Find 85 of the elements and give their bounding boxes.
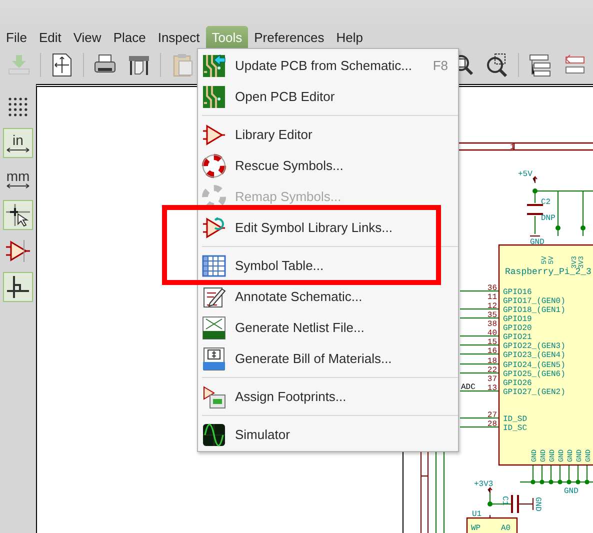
menu-item[interactable]: Library Editor <box>198 119 458 150</box>
power-label: +5V <box>518 170 532 179</box>
cursor-crosshair-icon <box>5 202 31 228</box>
power-label: +3V3 <box>474 480 494 489</box>
menu-item[interactable]: Open PCB Editor <box>198 81 458 112</box>
menu-item[interactable]: Assign Footprints... <box>198 381 458 412</box>
ground-label: GND <box>533 497 542 512</box>
menu-bar-item[interactable]: View <box>67 26 108 48</box>
pin-name: GPIO24_(GEN5) <box>503 361 566 370</box>
menu-item[interactable]: Update PCB from Schematic... F8 <box>198 50 458 81</box>
pin-name: GPIO21 <box>503 333 532 342</box>
pin-number: 15 <box>487 338 497 347</box>
tool-toggle[interactable] <box>3 272 33 302</box>
menu-bar-item[interactable]: Edit <box>32 26 68 48</box>
pin-number: 16 <box>487 347 497 356</box>
page-settings-icon <box>50 53 74 77</box>
pin-number: 38 <box>487 320 497 329</box>
double-arrow-icon <box>6 147 30 153</box>
amplifier-symbol-icon <box>202 122 226 146</box>
pin-number: 37 <box>487 375 497 384</box>
hierarchy-icon <box>528 53 552 77</box>
ic-body <box>466 517 518 533</box>
menu-item[interactable]: Simulator <box>198 419 458 450</box>
zoom-selection-icon <box>485 53 509 77</box>
menu-bar-item[interactable]: Help <box>330 26 369 48</box>
pin-number: 22 <box>487 366 497 375</box>
lifebuoy-icon <box>202 154 226 178</box>
pin-name: ID_SC <box>503 424 528 433</box>
menu-bar-item[interactable]: File <box>0 26 33 48</box>
menu-item[interactable]: Annotate Schematic... <box>198 281 458 312</box>
units-toggle[interactable]: mm <box>3 164 33 194</box>
pin-number: 40 <box>487 329 497 338</box>
netlist-icon <box>202 316 226 340</box>
menu-bar-item[interactable]: Place <box>107 26 152 48</box>
pin-number: 28 <box>487 420 497 429</box>
double-arrow-icon <box>6 183 30 189</box>
menu-item[interactable]: Generate Netlist File... <box>198 312 458 343</box>
menu-bar-item[interactable]: Inspect <box>152 26 206 48</box>
pin-name: GPIO20 <box>503 324 532 333</box>
footprint-assign-icon <box>202 384 226 408</box>
oscilloscope-icon <box>202 422 226 446</box>
amplifier-pin-icon <box>5 238 31 264</box>
pin-number: 36 <box>487 284 497 293</box>
pencil-document-icon <box>202 284 226 308</box>
pin-number: 35 <box>487 311 497 320</box>
pin-name: GPIO22_(GEN3) <box>503 342 566 351</box>
component-name: Raspberry_Pi_2_3 <box>505 267 592 277</box>
pin-number: 27 <box>487 411 497 420</box>
menu-item[interactable]: Generate Bill of Materials... <box>198 343 458 374</box>
tool-toggle[interactable] <box>3 200 33 230</box>
pin-number: 11 <box>487 293 497 302</box>
pin-name: GPIO27_(GEN2) <box>503 388 566 397</box>
pin-name: GPIO25_(GEN6) <box>503 370 566 379</box>
pin-name: GPIO17_(GEN0) <box>503 297 566 306</box>
component-reference: U1 <box>472 510 482 519</box>
grid-dots-icon <box>7 96 29 118</box>
units-toggle[interactable]: in <box>3 128 33 158</box>
pin-number: 13 <box>487 384 497 393</box>
pin-name: GPIO26 <box>503 379 532 388</box>
bill-of-materials-icon <box>202 346 226 370</box>
net-label: ADC <box>461 383 476 392</box>
pin-name: GPIO19 <box>503 315 532 324</box>
pin-number: 18 <box>487 357 497 366</box>
component-value: DNP <box>541 214 556 223</box>
menu-item[interactable]: Rescue Symbols... <box>198 150 458 181</box>
pin-name: A0 <box>501 524 511 533</box>
download-icon <box>7 53 31 77</box>
pin-number: 12 <box>487 302 497 311</box>
menu-bar-item[interactable]: Preferences <box>248 26 330 48</box>
orthogonal-line-icon <box>5 274 31 300</box>
amplifier-refresh-icon <box>202 216 226 240</box>
pin-name: ID_SD <box>503 415 528 424</box>
circuit-board-icon <box>202 84 226 108</box>
ground-label: GND <box>564 487 578 496</box>
component-reference: C1 <box>500 496 509 506</box>
pin-name: GPIO16 <box>503 288 532 297</box>
table-icon <box>202 254 226 278</box>
pin-name: WP <box>471 524 481 533</box>
pin-name: GPIO18_(GEN1) <box>503 306 566 315</box>
capacitor-symbol <box>488 486 534 518</box>
pin-name: GPIO23_(GEN4) <box>503 351 566 360</box>
plotter-icon <box>127 53 151 77</box>
component-reference: C2 <box>541 198 551 207</box>
menu-item[interactable]: Edit Symbol Library Links... <box>198 212 458 243</box>
ground-label: GND <box>530 238 544 247</box>
